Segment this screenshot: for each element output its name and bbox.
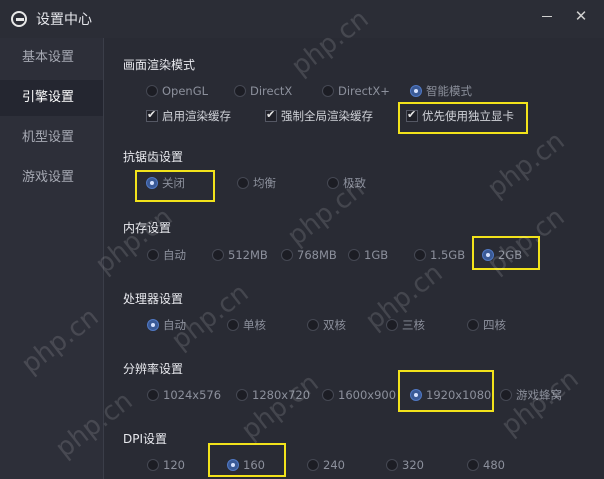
- cpu-option-auto[interactable]: 自动: [147, 316, 186, 334]
- memory-title: 内存设置: [123, 221, 172, 235]
- radio-icon: [281, 249, 293, 261]
- sidebar-item-game[interactable]: 游戏设置: [0, 160, 103, 196]
- cpu-title: 处理器设置: [123, 292, 184, 306]
- radio-icon: [236, 389, 248, 401]
- memory-option-auto[interactable]: 自动: [147, 246, 186, 264]
- radio-icon: [227, 319, 239, 331]
- radio-icon: [500, 389, 512, 401]
- dpi-option-320[interactable]: 320: [386, 456, 424, 474]
- radio-icon: [147, 459, 159, 471]
- force-global-cache-checkbox[interactable]: 强制全局渲染缓存: [265, 107, 373, 125]
- cpu-option-quad[interactable]: 四核: [467, 316, 506, 334]
- dpi-option-120[interactable]: 120: [147, 456, 185, 474]
- render-mode-title: 画面渲染模式: [123, 58, 196, 72]
- sidebar-item-engine[interactable]: 引擎设置: [0, 80, 103, 116]
- radio-icon: [212, 249, 224, 261]
- antialias-title: 抗锯齿设置: [123, 150, 184, 164]
- resolution-title: 分辨率设置: [123, 362, 184, 376]
- cpu-option-dual[interactable]: 双核: [307, 316, 346, 334]
- resolution-option-game-hive[interactable]: 游戏蜂窝: [500, 386, 562, 404]
- app-logo-icon: [11, 11, 27, 27]
- enable-render-cache-checkbox[interactable]: 启用渲染缓存: [146, 107, 231, 125]
- resolution-option-1600x900[interactable]: 1600x900: [322, 386, 396, 404]
- antialias-option-ultra[interactable]: 极致: [327, 174, 366, 192]
- resolution-option-1280x720[interactable]: 1280x720: [236, 386, 310, 404]
- render-option-smart[interactable]: 智能模式: [410, 82, 472, 100]
- memory-option-1-5gb[interactable]: 1.5GB: [414, 246, 465, 264]
- resolution-option-1024x576[interactable]: 1024x576: [147, 386, 221, 404]
- radio-icon: [386, 459, 398, 471]
- radio-icon: [147, 249, 159, 261]
- radio-icon: [410, 85, 422, 97]
- memory-option-768mb[interactable]: 768MB: [281, 246, 337, 264]
- radio-icon: [414, 249, 426, 261]
- cpu-option-triple[interactable]: 三核: [386, 316, 425, 334]
- render-option-directx[interactable]: DirectX: [234, 82, 292, 100]
- checkbox-icon: [265, 109, 277, 122]
- antialias-option-balanced[interactable]: 均衡: [237, 174, 276, 192]
- memory-option-2gb[interactable]: 2GB: [482, 246, 522, 264]
- dpi-option-480[interactable]: 480: [467, 456, 505, 474]
- render-option-directx-plus[interactable]: DirectX+: [322, 82, 390, 100]
- prefer-dedicated-gpu-checkbox[interactable]: 优先使用独立显卡: [406, 107, 514, 125]
- sidebar: 基本设置 引擎设置 机型设置 游戏设置: [0, 38, 104, 479]
- memory-option-512mb[interactable]: 512MB: [212, 246, 268, 264]
- radio-icon: [482, 249, 494, 261]
- dpi-option-160[interactable]: 160: [227, 456, 265, 474]
- radio-icon: [467, 319, 479, 331]
- antialias-option-off[interactable]: 关闭: [146, 174, 185, 192]
- radio-icon: [147, 319, 159, 331]
- radio-icon: [146, 85, 158, 97]
- memory-option-1gb[interactable]: 1GB: [348, 246, 388, 264]
- radio-icon: [146, 177, 158, 189]
- radio-icon: [467, 459, 479, 471]
- dpi-option-240[interactable]: 240: [307, 456, 345, 474]
- radio-icon: [386, 319, 398, 331]
- window-title: 设置中心: [36, 12, 92, 28]
- cpu-option-single[interactable]: 单核: [227, 316, 266, 334]
- radio-icon: [307, 459, 319, 471]
- radio-icon: [327, 177, 339, 189]
- dpi-title: DPI设置: [123, 432, 168, 446]
- radio-icon: [410, 389, 422, 401]
- radio-icon: [147, 389, 159, 401]
- render-option-opengl[interactable]: OpenGL: [146, 82, 208, 100]
- sidebar-item-basic[interactable]: 基本设置: [0, 40, 103, 76]
- radio-icon: [348, 249, 360, 261]
- minimize-icon[interactable]: [542, 16, 552, 17]
- radio-icon: [322, 389, 334, 401]
- radio-icon: [322, 85, 334, 97]
- resolution-option-1920x1080[interactable]: 1920x1080: [410, 386, 491, 404]
- radio-icon: [227, 459, 239, 471]
- radio-icon: [307, 319, 319, 331]
- radio-icon: [234, 85, 246, 97]
- title-bar: 设置中心 ✕: [0, 0, 604, 38]
- checkbox-icon: [146, 109, 158, 122]
- close-icon[interactable]: ✕: [574, 9, 588, 24]
- radio-icon: [237, 177, 249, 189]
- sidebar-item-device[interactable]: 机型设置: [0, 120, 103, 156]
- checkbox-icon: [406, 109, 418, 122]
